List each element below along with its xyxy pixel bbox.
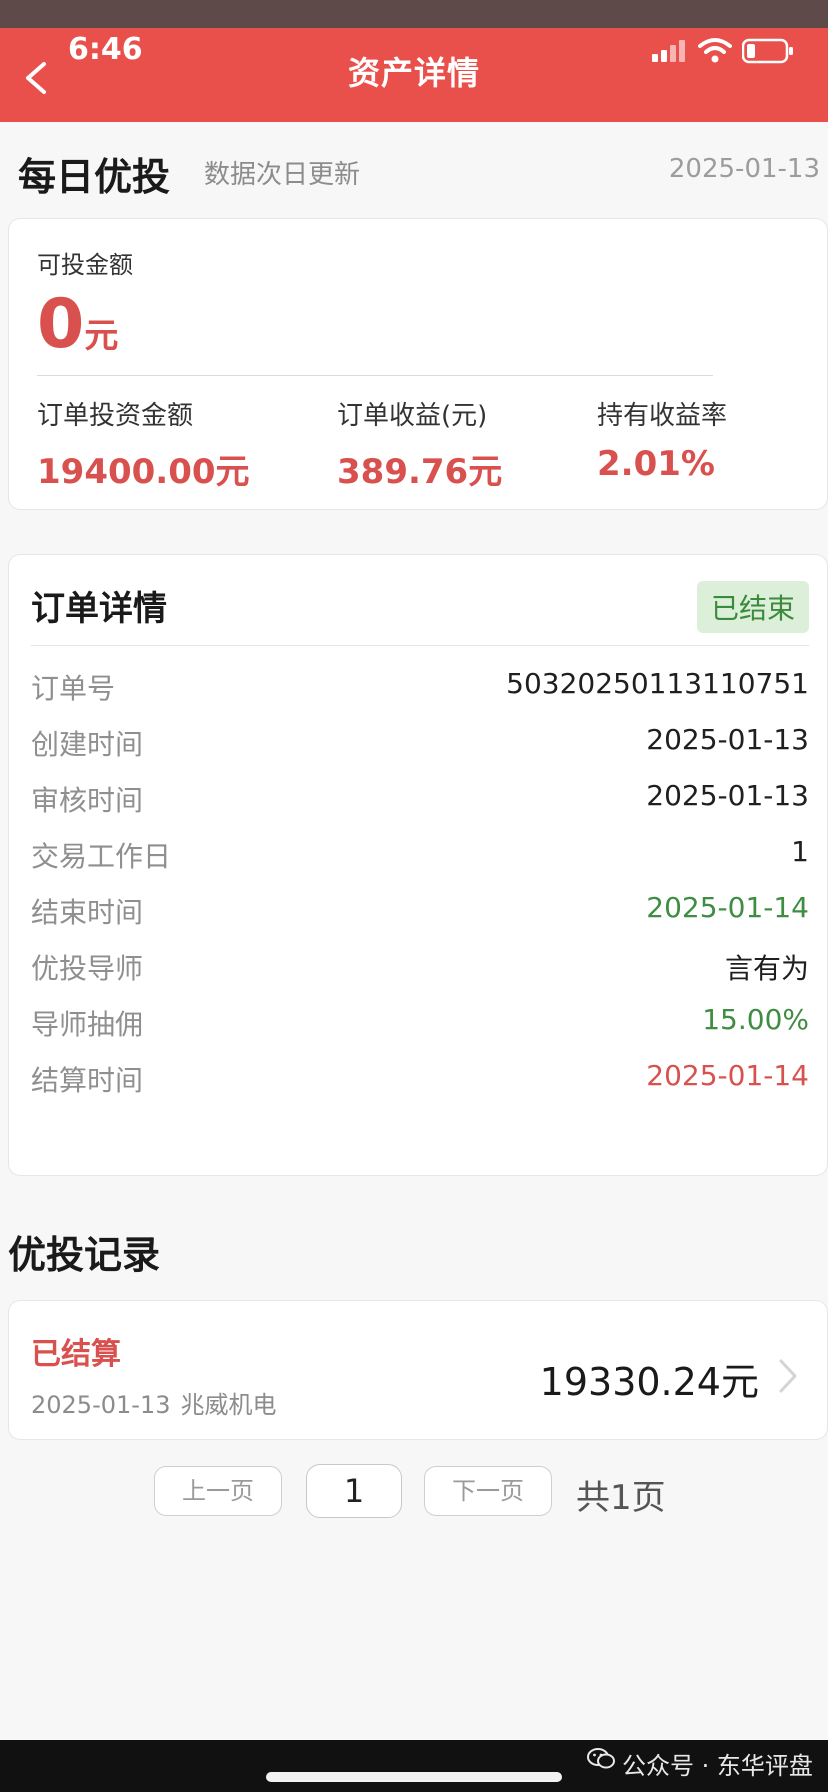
status-bar-top: [0, 0, 828, 28]
divider: [37, 375, 713, 376]
row-label: 创建时间: [31, 728, 144, 761]
current-page[interactable]: 1: [306, 1464, 402, 1518]
row-value: 言有为: [724, 952, 809, 985]
row-value: 2025-01-13: [646, 723, 809, 756]
record-amount: 19330.24元: [539, 1360, 759, 1404]
app-header: 6:46 资产详情: [0, 28, 828, 122]
row-trading-days: 交易工作日 1: [31, 835, 809, 875]
page-total: 共1页: [576, 1478, 666, 1518]
record-item[interactable]: 已结算 2025-01-13 兆威机电 19330.24元: [8, 1300, 828, 1440]
stat-profit: 订单收益(元) 389.76元: [337, 395, 502, 493]
order-detail-card: 订单详情 已结束 订单号 50320250113110751 创建时间 2025…: [8, 554, 828, 1176]
stat-value: 389.76元: [337, 452, 503, 492]
stat-yield: 持有收益率 2.01%: [597, 395, 727, 484]
stat-label: 持有收益率: [597, 401, 728, 431]
watermark: 公众号 · 东华评盘: [622, 1752, 813, 1780]
wechat-icon: [587, 1748, 615, 1769]
row-label: 结束时间: [31, 896, 144, 929]
status-badge: 已结束: [696, 581, 809, 633]
row-value: 50320250113110751: [506, 667, 809, 700]
stat-investment: 订单投资金额 19400.00元: [37, 395, 250, 493]
row-created-time: 创建时间 2025-01-13: [31, 723, 809, 763]
row-value: 15.00%: [702, 1003, 809, 1036]
row-value: 1: [791, 835, 809, 868]
assets-card: 可投金额 0元 订单投资金额 19400.00元 订单收益(元) 389.76元…: [8, 218, 828, 510]
row-label: 审核时间: [31, 784, 144, 817]
daily-title: 每日优投: [18, 155, 171, 199]
signal-icon: [652, 40, 685, 62]
row-label: 优投导师: [31, 952, 144, 985]
row-end-time: 结束时间 2025-01-14: [31, 891, 809, 931]
prev-page-button[interactable]: 上一页: [154, 1466, 282, 1516]
stat-label: 订单收益(元): [337, 401, 488, 431]
available-label: 可投金额: [37, 251, 133, 279]
next-page-button[interactable]: 下一页: [424, 1466, 552, 1516]
row-label: 导师抽佣: [31, 1008, 144, 1041]
row-settlement-time: 结算时间 2025-01-14: [31, 1059, 809, 1099]
available-amount: 0元: [37, 285, 118, 364]
record-meta: 2025-01-13 兆威机电: [31, 1385, 286, 1420]
order-title: 订单详情: [31, 589, 167, 629]
row-mentor-commission: 导师抽佣 15.00%: [31, 1003, 809, 1043]
record-date: 2025-01-13: [31, 1391, 171, 1419]
record-stock: 兆威机电: [180, 1391, 277, 1419]
row-value: 2025-01-14: [646, 1059, 809, 1092]
row-label: 订单号: [31, 672, 116, 705]
row-label: 结算时间: [31, 1064, 144, 1097]
daily-subtitle: 数据次日更新: [204, 160, 361, 190]
chevron-right-icon: [779, 1359, 797, 1393]
pagination: 上一页 1 下一页 共1页: [0, 1464, 828, 1520]
battery-icon: [742, 38, 793, 64]
row-value: 2025-01-14: [646, 891, 809, 924]
row-review-time: 审核时间 2025-01-13: [31, 779, 809, 819]
stat-value: 2.01%: [597, 444, 715, 484]
available-value: 0: [37, 285, 85, 364]
home-indicator: [266, 1772, 562, 1782]
row-value: 2025-01-13: [646, 779, 809, 812]
record-status: 已结算: [31, 1337, 121, 1372]
records-title: 优投记录: [8, 1233, 161, 1277]
daily-date: 2025-01-13: [668, 154, 820, 184]
row-label: 交易工作日: [31, 840, 172, 873]
divider: [31, 645, 809, 646]
row-mentor: 优投导师 言有为: [31, 947, 809, 987]
wifi-icon: [698, 38, 732, 63]
row-order-number: 订单号 50320250113110751: [31, 667, 809, 707]
stat-value: 19400.00元: [37, 452, 250, 492]
stat-label: 订单投资金额: [37, 401, 194, 431]
daily-section-header: 每日优投 数据次日更新 2025-01-13: [18, 146, 820, 199]
available-unit: 元: [84, 316, 119, 356]
